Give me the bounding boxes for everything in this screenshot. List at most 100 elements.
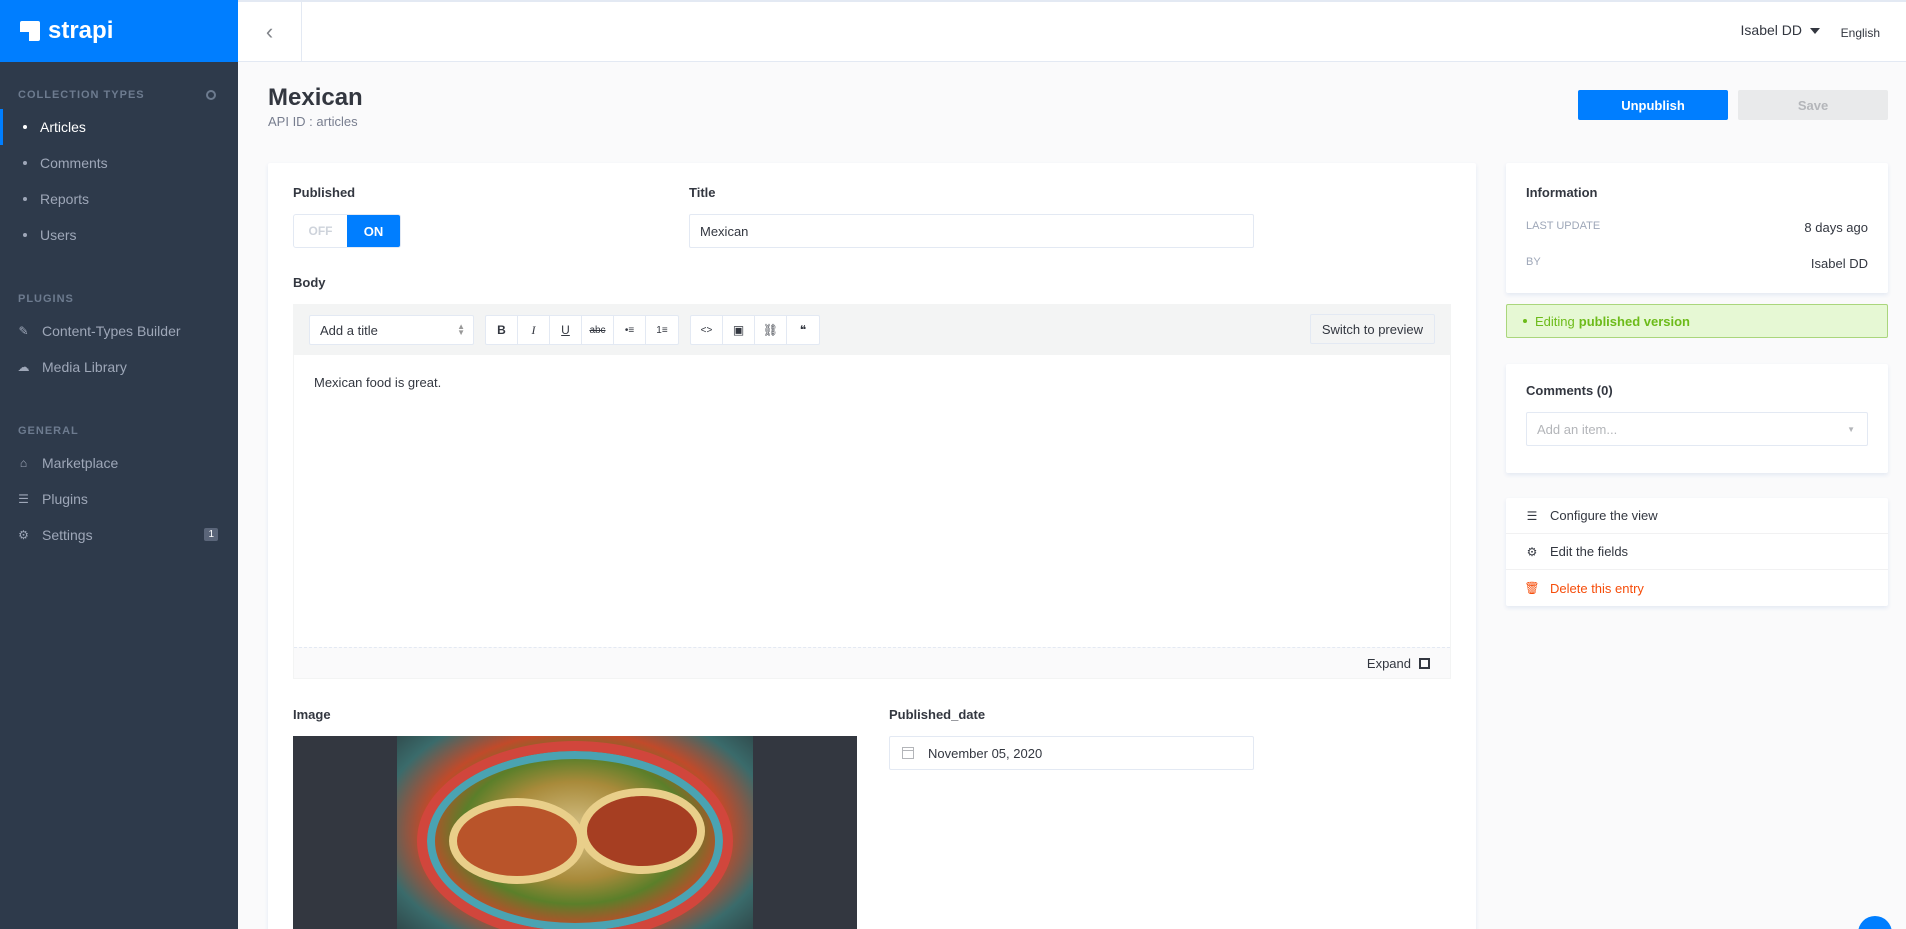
toggle-on[interactable]: ON <box>347 215 400 247</box>
brand-name: strapi <box>48 17 114 44</box>
bullet-icon <box>23 161 27 165</box>
strikethrough-button[interactable]: abc <box>582 316 614 344</box>
sidebar-item-articles[interactable]: Articles <box>0 109 238 145</box>
last-update-row: LAST UPDATE 8 days ago <box>1526 220 1868 235</box>
italic-button[interactable]: I <box>518 316 550 344</box>
calendar-icon <box>902 747 914 759</box>
general-title: GENERAL <box>18 425 79 437</box>
bold-button[interactable]: B <box>486 316 518 344</box>
last-update-value: 8 days ago <box>1804 220 1868 235</box>
heading-select-value: Add a title <box>320 322 378 338</box>
author-row: BY Isabel DD <box>1526 256 1868 271</box>
sidebar: strapi COLLECTION TYPES Articles Comment… <box>0 0 238 929</box>
sidebar-item-label: Marketplace <box>42 455 119 471</box>
editor-toolbar: Add a title ▲ ▼ B I U abc •≡ 1≡ <> ▣ ⛓ ❝ … <box>294 305 1450 355</box>
basket-icon: ⌂ <box>19 456 28 470</box>
body-editor: Add a title ▲ ▼ B I U abc •≡ 1≡ <> ▣ ⛓ ❝ … <box>293 304 1451 679</box>
title-input[interactable]: Mexican <box>689 214 1254 248</box>
published-date-input[interactable]: November 05, 2020 <box>889 736 1254 770</box>
plugins-header: PLUGINS <box>0 289 238 309</box>
page-title: Mexican <box>268 84 363 111</box>
top-header: ‹ Isabel DD English <box>238 0 1906 62</box>
trash-icon: 🗑 <box>1524 581 1540 595</box>
chevron-down-icon: ▼ <box>1847 424 1855 434</box>
title-label: Title <box>689 185 716 200</box>
comments-panel: Comments (0) Add an item... ▼ <box>1506 364 1888 473</box>
sidebar-item-label: Users <box>40 227 77 243</box>
sidebar-item-label: Media Library <box>42 359 127 375</box>
toggle-off[interactable]: OFF <box>294 215 347 247</box>
quote-button[interactable]: ❝ <box>787 316 819 344</box>
sidebar-item-label: Settings <box>42 527 93 543</box>
strapi-logo[interactable]: strapi <box>0 0 238 62</box>
sidebar-item-content-types-builder[interactable]: ✎ Content-Types Builder <box>0 313 238 349</box>
api-id: API ID : articles <box>268 114 358 129</box>
language-selector[interactable]: English <box>1841 26 1880 40</box>
list-icon: ☰ <box>18 492 29 506</box>
collection-types-header: COLLECTION TYPES <box>0 85 238 105</box>
bullet-list-button[interactable]: •≡ <box>614 316 646 344</box>
configure-view-link[interactable]: ☰ Configure the view <box>1506 498 1888 534</box>
delete-entry-link[interactable]: 🗑 Delete this entry <box>1506 570 1888 606</box>
insert-button-group: <> ▣ ⛓ ❝ <box>690 315 820 345</box>
sidebar-item-label: Articles <box>40 119 86 135</box>
cloud-upload-icon: ☁ <box>17 360 30 374</box>
comments-select[interactable]: Add an item... ▼ <box>1526 412 1868 446</box>
action-label: Configure the view <box>1550 508 1658 523</box>
sidebar-item-marketplace[interactable]: ⌂ Marketplace <box>0 445 238 481</box>
expand-label: Expand <box>1366 656 1411 671</box>
image-label: Image <box>293 707 331 722</box>
published-label: Published <box>293 185 356 200</box>
edit-form: Published OFF ON Title Mexican Body Add … <box>268 163 1476 929</box>
expand-icon <box>1419 658 1430 669</box>
image-preview[interactable] <box>293 736 857 929</box>
notification-badge: 1 <box>204 528 218 541</box>
image-button[interactable]: ▣ <box>723 316 755 344</box>
taco-shape <box>457 806 577 876</box>
caret-down-icon <box>1810 28 1820 35</box>
bullet-icon <box>23 233 27 237</box>
link-button[interactable]: ⛓ <box>755 316 787 344</box>
save-button[interactable]: Save <box>1738 90 1888 120</box>
comments-title: Comments (0) <box>1526 383 1613 398</box>
editor-footer: Expand <box>294 647 1450 678</box>
expand-button[interactable]: Expand <box>1367 656 1430 671</box>
sidebar-item-comments[interactable]: Comments <box>0 145 238 181</box>
search-icon[interactable] <box>206 90 216 100</box>
body-text[interactable]: Mexican food is great. <box>314 375 441 390</box>
sidebar-item-settings[interactable]: ⚙ Settings 1 <box>0 517 238 553</box>
gear-icon: ⚙ <box>1526 544 1538 559</box>
user-menu[interactable]: Isabel DD <box>1741 22 1820 38</box>
paintbrush-icon: ✎ <box>18 324 29 338</box>
format-button-group: B I U abc •≡ 1≡ <box>485 315 679 345</box>
sidebar-item-reports[interactable]: Reports <box>0 181 238 217</box>
plugins-title: PLUGINS <box>18 293 74 305</box>
sidebar-item-users[interactable]: Users <box>0 217 238 253</box>
code-button[interactable]: <> <box>691 316 723 344</box>
bullet-icon <box>23 197 27 201</box>
published-toggle[interactable]: OFF ON <box>293 214 401 248</box>
layout-icon: ☰ <box>1526 508 1538 523</box>
switch-to-preview-button[interactable]: Switch to preview <box>1309 314 1435 344</box>
select-arrows-icon: ▲ ▼ <box>457 322 465 337</box>
numbered-list-button[interactable]: 1≡ <box>646 316 678 344</box>
help-button[interactable] <box>1858 916 1892 929</box>
action-label: Edit the fields <box>1550 544 1629 559</box>
published-date-value: November 05, 2020 <box>928 745 1043 761</box>
sidebar-item-label: Reports <box>40 191 90 207</box>
back-button[interactable]: ‹ <box>238 2 302 62</box>
edit-fields-link[interactable]: ⚙ Edit the fields <box>1506 534 1888 570</box>
general-header: GENERAL <box>0 421 238 441</box>
gear-icon: ⚙ <box>18 528 29 542</box>
tacos-photo <box>397 736 753 929</box>
underline-button[interactable]: U <box>550 316 582 344</box>
sidebar-item-media-library[interactable]: ☁ Media Library <box>0 349 238 385</box>
status-prefix: Editing <box>1535 313 1575 329</box>
by-value: Isabel DD <box>1810 256 1868 271</box>
last-update-key: LAST UPDATE <box>1526 220 1601 232</box>
heading-select[interactable]: Add a title ▲ ▼ <box>309 315 474 345</box>
unpublish-button[interactable]: Unpublish <box>1578 90 1728 120</box>
sidebar-item-label: Content-Types Builder <box>42 323 181 339</box>
collection-types-title: COLLECTION TYPES <box>18 89 145 101</box>
sidebar-item-plugins[interactable]: ☰ Plugins <box>0 481 238 517</box>
